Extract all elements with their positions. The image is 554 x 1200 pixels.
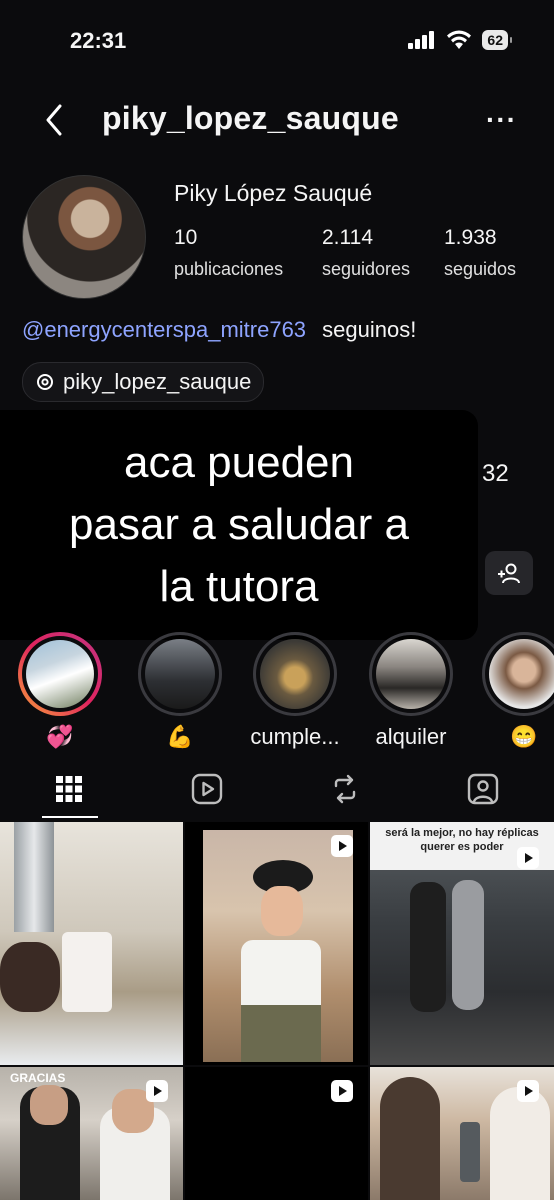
- battery-indicator: 62: [482, 30, 512, 50]
- stat-posts-label: publicaciones: [174, 259, 284, 279]
- highlight-label: cumple...: [250, 724, 340, 749]
- tab-reels[interactable]: [138, 760, 276, 818]
- wifi-icon: [447, 30, 472, 49]
- caption-overlay: aca pueden pasar a saludar a la tutora: [0, 410, 478, 640]
- stat-followers-label: seguidores: [322, 259, 411, 279]
- profile-tabs: [0, 760, 554, 818]
- post-thumbnail[interactable]: [185, 1067, 368, 1200]
- bio: @energycenterspa_mitre763 seguinos!: [22, 317, 416, 343]
- stat-followers[interactable]: 2.114 seguidores: [322, 226, 410, 280]
- highlight-ring: [482, 632, 554, 716]
- highlight-label: alquiler: [375, 724, 447, 749]
- highlight-ring: [253, 632, 337, 716]
- tab-tagged[interactable]: [414, 760, 552, 818]
- highlight-item[interactable]: 💪: [135, 632, 225, 750]
- profile-username-title: piky_lopez_sauque: [102, 100, 399, 136]
- more-options-icon[interactable]: ···: [486, 104, 517, 136]
- active-tab-indicator: [42, 816, 98, 818]
- repost-icon: [334, 774, 356, 804]
- chevron-left-icon: [46, 104, 62, 136]
- partial-number: 32: [482, 460, 509, 487]
- caption-line-3: la tutora: [159, 562, 319, 611]
- post-thumbnail[interactable]: GRACIAS: [0, 1067, 183, 1200]
- reel-badge-icon: [146, 1080, 168, 1102]
- highlight-item[interactable]: 💞: [15, 632, 105, 750]
- caption-line-2: pasar a saludar a: [69, 500, 409, 549]
- stat-posts[interactable]: 10 publicaciones: [174, 226, 283, 280]
- stat-followers-count: 2.114: [322, 226, 373, 249]
- caption-line-1: aca pueden: [124, 438, 354, 487]
- suggest-people-button[interactable]: [485, 551, 533, 595]
- highlight-item[interactable]: alquiler: [366, 632, 456, 750]
- highlight-label: 💞: [46, 724, 74, 749]
- highlight-label: 💪: [166, 724, 194, 749]
- status-time: 22:31: [70, 28, 127, 53]
- post-overlay-text: GRACIAS: [10, 1071, 66, 1085]
- stat-following-count: 1.938: [444, 226, 497, 249]
- stat-following[interactable]: 1.938 seguidos: [444, 226, 516, 280]
- highlight-item[interactable]: 😁: [482, 632, 554, 750]
- post-thumbnail[interactable]: [370, 1067, 554, 1200]
- display-name: Piky López Sauqué: [174, 180, 373, 206]
- highlight-ring: [18, 632, 102, 716]
- add-person-icon: [498, 563, 520, 584]
- post-thumbnail[interactable]: [0, 822, 183, 1065]
- tagged-person-icon: [467, 773, 499, 805]
- highlight-ring: [138, 632, 222, 716]
- highlight-item[interactable]: cumple...: [250, 632, 340, 750]
- highlight-thumbnail: [376, 639, 446, 709]
- reel-badge-icon: [331, 1080, 353, 1102]
- reel-badge-icon: [517, 1080, 539, 1102]
- highlight-ring: [369, 632, 453, 716]
- bio-mention-link[interactable]: @energycenterspa_mitre763: [22, 317, 306, 342]
- status-icons: 62: [408, 30, 512, 50]
- threads-badge[interactable]: piky_lopez_sauque: [22, 362, 265, 402]
- highlight-thumbnail: [260, 639, 330, 709]
- post-thumbnail[interactable]: [185, 822, 368, 1065]
- threads-handle: piky_lopez_sauque: [63, 369, 252, 394]
- post-thumbnail[interactable]: será la mejor, no hay réplicas querer es…: [370, 822, 554, 1065]
- reel-badge-icon: [331, 835, 353, 857]
- threads-icon: [37, 374, 53, 390]
- back-button[interactable]: [40, 100, 70, 140]
- reel-badge-icon: [517, 847, 539, 869]
- tab-reposts[interactable]: [276, 760, 414, 818]
- stat-posts-count: 10: [174, 226, 198, 249]
- highlight-thumbnail: [26, 640, 94, 708]
- highlight-label: 😁: [510, 724, 538, 749]
- signal-icon: [408, 31, 435, 49]
- highlight-thumbnail: [145, 639, 215, 709]
- reels-icon: [191, 773, 223, 805]
- grid-icon: [56, 776, 82, 802]
- avatar[interactable]: [22, 175, 146, 299]
- tab-grid[interactable]: [0, 760, 138, 818]
- highlight-thumbnail: [489, 639, 554, 709]
- bio-text: seguinos!: [322, 317, 417, 342]
- stat-following-label: seguidos: [444, 259, 517, 279]
